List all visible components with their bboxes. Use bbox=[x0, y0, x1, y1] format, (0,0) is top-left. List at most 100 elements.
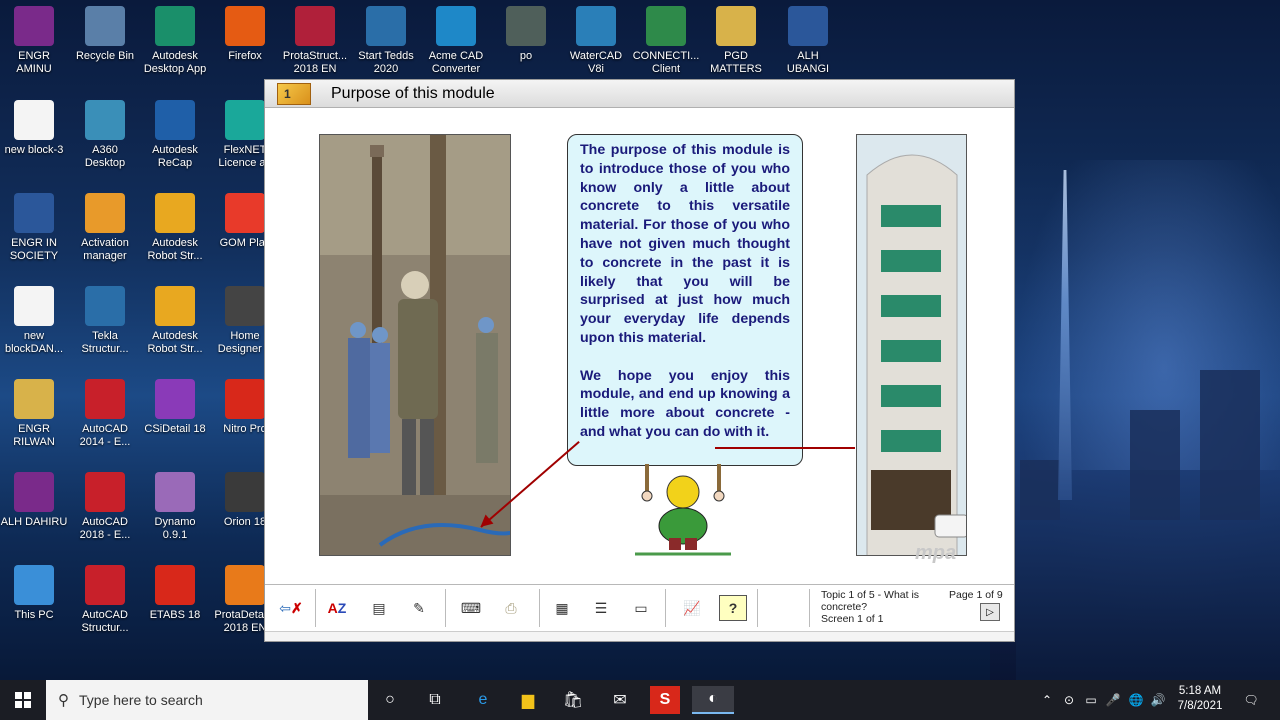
module-title: Purpose of this module bbox=[331, 85, 495, 102]
purpose-paragraph-2: We hope you enjoy this module, and end u… bbox=[580, 367, 790, 440]
app-icon bbox=[225, 286, 265, 326]
media-button[interactable]: ▭ bbox=[627, 595, 655, 621]
desktop-icon[interactable]: Activation manager bbox=[69, 193, 141, 263]
desktop-icon[interactable]: CONNECTI... Client bbox=[630, 6, 702, 76]
desktop-icon[interactable]: po bbox=[490, 6, 562, 63]
module-toolbar: ⇦ ✗ AZ ▤ ✎ ⌨ ⎙ ▦ ☰ ▭ 📈 ? Topic 1 of 5 - W… bbox=[265, 584, 1014, 630]
desktop-icon-label: Autodesk Robot Str... bbox=[147, 237, 203, 262]
desktop-icon[interactable]: A360 Desktop bbox=[69, 100, 141, 170]
desktop-icon[interactable]: Acme CAD Converter bbox=[420, 6, 492, 76]
desktop-icon[interactable]: ETABS 18 bbox=[139, 565, 211, 622]
app-icon bbox=[14, 379, 54, 419]
battery-icon: ▭ bbox=[1085, 693, 1097, 707]
app-icon bbox=[14, 472, 54, 512]
wallpaper-building bbox=[1200, 370, 1260, 520]
app-icon bbox=[225, 472, 265, 512]
edge-button[interactable]: e bbox=[468, 686, 498, 714]
desktop-icon[interactable]: Recycle Bin bbox=[69, 6, 141, 63]
desktop-icon[interactable]: This PC bbox=[0, 565, 70, 622]
active-app-button[interactable]: ◐ bbox=[692, 686, 734, 714]
desktop-icon[interactable]: AutoCAD 2014 - E... bbox=[69, 379, 141, 449]
app-icon bbox=[14, 565, 54, 605]
network-button[interactable]: 🌐 bbox=[1126, 680, 1146, 720]
desktop-icon-label: WaterCAD V8i bbox=[569, 50, 623, 75]
desktop-icon[interactable]: AutoCAD 2018 - E... bbox=[69, 472, 141, 542]
desktop-icon[interactable]: Autodesk Robot Str... bbox=[139, 286, 211, 356]
desktop-icon-label: ALH DAHIRU bbox=[0, 516, 68, 528]
folder-icon: ▆ bbox=[521, 692, 535, 709]
circle-icon: ○ bbox=[385, 691, 395, 708]
contents-button[interactable]: ▦ bbox=[548, 595, 576, 621]
desktop-icon[interactable]: ALH UBANGI bbox=[772, 6, 844, 76]
app-icon bbox=[225, 6, 265, 46]
desktop-icon-label: new block-3 bbox=[4, 144, 64, 156]
desktop-icon[interactable]: new blockDAN... bbox=[0, 286, 70, 356]
desktop-icon[interactable]: ENGR AMINU bbox=[0, 6, 70, 76]
desktop-icon[interactable]: Autodesk Robot Str... bbox=[139, 193, 211, 263]
app-icon bbox=[85, 472, 125, 512]
desktop-icon[interactable]: ENGR IN SOCIETY bbox=[0, 193, 70, 263]
desktop-icon[interactable]: AutoCAD Structur... bbox=[69, 565, 141, 635]
app-icon bbox=[225, 565, 265, 605]
desktop-icon[interactable]: Dynamo 0.9.1 bbox=[139, 472, 211, 542]
chevron-up-icon: ⌃ bbox=[1041, 693, 1053, 707]
task-view-button[interactable]: ⧉ bbox=[420, 686, 450, 714]
start-button[interactable] bbox=[0, 680, 46, 720]
help-button[interactable]: ? bbox=[719, 595, 747, 621]
pen-button[interactable]: ✎ bbox=[405, 595, 433, 621]
taskbar-search-box[interactable]: ⚲ Type here to search bbox=[46, 680, 368, 720]
battery-button[interactable]: ▭ bbox=[1082, 680, 1100, 720]
desktop-icon-label: AutoCAD 2018 - E... bbox=[79, 516, 131, 541]
question-icon: ? bbox=[728, 600, 738, 616]
toolbar-separator bbox=[809, 589, 810, 627]
tray-overflow-button[interactable]: ⌃ bbox=[1038, 680, 1056, 720]
workers-photo bbox=[319, 134, 511, 556]
volume-button[interactable]: 🔊 bbox=[1148, 680, 1168, 720]
desktop-icon[interactable]: Autodesk ReCap bbox=[139, 100, 211, 170]
app-s-button[interactable]: S bbox=[650, 686, 680, 714]
desktop-icon[interactable]: PGD MATTERS bbox=[700, 6, 772, 76]
desktop-icon[interactable]: Autodesk Desktop App bbox=[139, 6, 211, 76]
app-icon bbox=[366, 6, 406, 46]
desktop-icon-label: Dynamo 0.9.1 bbox=[154, 516, 196, 541]
clock[interactable]: 5:18 AM 7/8/2021 bbox=[1172, 684, 1228, 714]
desktop-icon[interactable]: new block-3 bbox=[0, 100, 70, 157]
mail-button[interactable]: ✉ bbox=[605, 686, 635, 714]
module-bottom-strip bbox=[265, 631, 1014, 641]
progress-button[interactable]: 📈 bbox=[678, 595, 706, 621]
wallpaper-building bbox=[1130, 410, 1180, 520]
desktop-icon[interactable]: ALH DAHIRU bbox=[0, 472, 70, 529]
desktop-icon-label: po bbox=[519, 50, 533, 62]
desktop-icon[interactable]: Start Tedds 2020 bbox=[350, 6, 422, 76]
desktop-icon-label: Autodesk ReCap bbox=[152, 144, 198, 169]
desktop-icon[interactable]: ProtaStruct... 2018 EN bbox=[279, 6, 351, 76]
speaker-icon: 🔊 bbox=[1150, 693, 1166, 707]
store-icon: 🛍 bbox=[562, 692, 584, 709]
print-button[interactable]: ⎙ bbox=[497, 595, 525, 621]
page-info: Page 1 of 9 bbox=[949, 589, 1003, 601]
desktop-icon[interactable]: WaterCAD V8i bbox=[560, 6, 632, 76]
calculator-button[interactable]: ⌨ bbox=[455, 595, 487, 621]
books-button[interactable]: ▤ bbox=[365, 595, 393, 621]
app-icon bbox=[85, 6, 125, 46]
desktop-icon[interactable]: CSiDetail 18 bbox=[139, 379, 211, 436]
cortana-button[interactable]: ○ bbox=[375, 686, 405, 714]
tray-app-icon: ⊙ bbox=[1063, 693, 1075, 707]
notification-button[interactable]: 🗨 bbox=[1238, 680, 1264, 720]
s-app-icon: S bbox=[659, 691, 671, 708]
desktop-icon[interactable]: Tekla Structur... bbox=[69, 286, 141, 356]
back-exit-button[interactable]: ⇦ ✗ bbox=[271, 595, 311, 621]
desktop-icon-label: Tekla Structur... bbox=[81, 330, 129, 355]
file-explorer-button[interactable]: ▆ bbox=[513, 686, 543, 714]
toolbar-separator bbox=[539, 589, 540, 627]
next-page-button[interactable]: ▷ bbox=[980, 603, 1000, 621]
desktop-icon[interactable]: Firefox bbox=[209, 6, 281, 63]
desktop-icon-label: ETABS 18 bbox=[149, 609, 201, 621]
store-button[interactable]: 🛍 bbox=[558, 686, 588, 714]
desktop-icon[interactable]: ENGR RILWAN bbox=[0, 379, 70, 449]
microphone-button[interactable]: 🎤 bbox=[1104, 680, 1122, 720]
glossary-button[interactable]: AZ bbox=[323, 595, 351, 621]
tape-icon: ▭ bbox=[634, 599, 648, 616]
tray-app-button[interactable]: ⊙ bbox=[1060, 680, 1078, 720]
index-button[interactable]: ☰ bbox=[587, 595, 615, 621]
